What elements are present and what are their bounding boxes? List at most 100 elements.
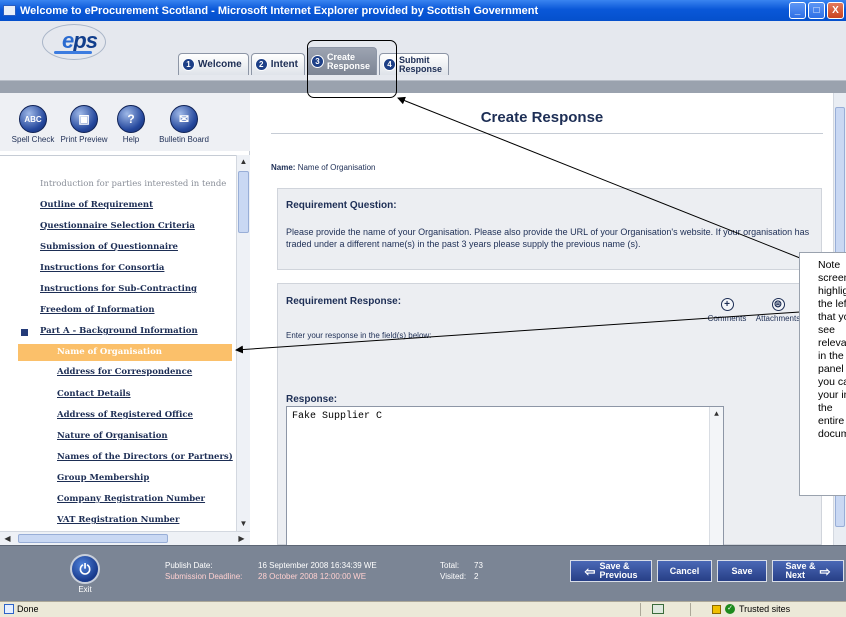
bulletin-board-button[interactable]: ✉ Bulletin Board [156, 105, 212, 144]
divider [271, 133, 823, 134]
nav-item[interactable]: VAT Registration Number [57, 515, 179, 525]
scroll-up-icon[interactable]: ▲ [238, 156, 249, 168]
nav-item[interactable]: Company Registration Number [57, 494, 205, 504]
nav-item[interactable]: Freedom of Information [40, 305, 155, 315]
zone-label: Trusted sites [739, 604, 791, 614]
add-comment-icon: + [720, 298, 734, 311]
trusted-check-icon: ✓ [725, 604, 735, 614]
response-box: Requirement Response: Enter your respons… [277, 283, 822, 566]
status-divider [640, 603, 641, 616]
deadline-value: 28 October 2008 12:00:00 WE [258, 572, 367, 581]
tab-label: Welcome [198, 59, 242, 70]
nav-section-part-a[interactable]: Part A - Background Information [40, 326, 198, 336]
left-panel: ABC Spell Check ▣ Print Preview ? Help ✉… [0, 93, 250, 545]
question-box: Requirement Question: Please provide the… [277, 188, 822, 270]
nav-item[interactable]: Contact Details [57, 389, 131, 399]
nav-item[interactable]: Outline of Requirement [40, 200, 153, 210]
main-content: Create Response Name: Name of Organisati… [251, 93, 833, 566]
network-icon [652, 604, 664, 614]
scroll-up-icon[interactable]: ▲ [711, 409, 722, 421]
nav-item[interactable]: Introduction for parties interested in t… [40, 179, 226, 189]
eps-logo: eps [42, 24, 112, 66]
total-value: 73 [474, 561, 483, 570]
name-label: Name: [271, 163, 296, 172]
response-label: Response: [286, 394, 338, 405]
save-previous-button[interactable]: ⇦ Save & Previous [570, 560, 652, 582]
print-preview-button[interactable]: ▣ Print Preview [59, 105, 109, 144]
app-header: eps 1 Welcome 2 Intent 3 Create Response … [0, 21, 846, 81]
divider [0, 155, 236, 156]
cancel-button[interactable]: Cancel [657, 560, 712, 582]
attachments-button[interactable]: ⊜ Attachments [750, 298, 806, 323]
scroll-right-icon[interactable]: ▶ [236, 533, 247, 545]
tab-welcome[interactable]: 1 Welcome [178, 53, 249, 75]
security-zone[interactable]: ✓ Trusted sites [712, 604, 790, 614]
toolbar: ABC Spell Check ▣ Print Preview ? Help ✉… [0, 93, 250, 151]
scroll-down-icon[interactable]: ▼ [238, 518, 249, 530]
maximize-button[interactable]: □ [808, 2, 825, 19]
scroll-thumb[interactable] [18, 534, 168, 543]
tool-label: Print Preview [60, 135, 108, 144]
nav-item[interactable]: Nature of Organisation [57, 431, 168, 441]
tab-intent[interactable]: 2 Intent [250, 53, 305, 75]
tool-label: Help [122, 135, 140, 144]
nav-item[interactable]: Address for Correspondence [57, 367, 192, 377]
question-text: Please provide the name of your Organisa… [286, 227, 810, 249]
deadline-label: Submission Deadline: [165, 572, 243, 581]
nav-item[interactable]: Instructions for Consortia [40, 263, 164, 273]
comments-button[interactable]: + Comments [702, 298, 752, 323]
status-done: Done [4, 604, 39, 614]
tab-highlight-box [307, 40, 397, 98]
button-label: Save & Previous [599, 561, 638, 580]
comments-label: Comments [707, 314, 747, 323]
logo-underline [54, 51, 92, 54]
response-textarea[interactable]: Fake Supplier C ▲ ▼ [286, 406, 724, 566]
visited-value: 2 [474, 572, 479, 581]
minimize-button[interactable]: _ [789, 2, 806, 19]
print-preview-icon: ▣ [70, 105, 98, 133]
publish-date-label: Publish Date: [165, 561, 213, 570]
title-bar: Welcome to eProcurement Scotland - Micro… [0, 0, 846, 21]
scroll-thumb[interactable] [238, 171, 249, 233]
page-title: Create Response [480, 109, 604, 126]
spell-check-button[interactable]: ABC Spell Check [8, 105, 58, 144]
collapse-icon[interactable] [21, 329, 28, 336]
question-title: Requirement Question: [286, 200, 397, 211]
nav-item[interactable]: Group Membership [57, 473, 149, 483]
footer-bar: ⏻ Exit Publish Date: Submission Deadline… [0, 545, 846, 601]
help-button[interactable]: ? Help [106, 105, 156, 144]
nav-vertical-scrollbar[interactable]: ▲ ▼ [236, 155, 250, 531]
nav-item[interactable]: Names of the Directors (or Partners) [57, 452, 233, 462]
close-button[interactable]: X [827, 2, 844, 19]
power-icon: ⏻ [70, 554, 100, 584]
status-text: Done [17, 604, 39, 614]
bulletin-board-icon: ✉ [170, 105, 198, 133]
tool-label: Bulletin Board [159, 135, 209, 144]
exit-label: Exit [78, 585, 92, 594]
button-label: Save & Next [785, 561, 816, 580]
nav-item-selected[interactable]: Name of Organisation [18, 344, 232, 361]
nav-item[interactable]: Address of Registered Office [57, 410, 193, 420]
arrow-right-icon: ⇨ [819, 563, 831, 579]
header-band [0, 81, 846, 93]
response-box-title: Requirement Response: [286, 296, 402, 307]
window-title: Welcome to eProcurement Scotland - Micro… [20, 4, 539, 17]
note-callout: Note screenshot highlights the left that… [799, 252, 846, 496]
exit-button[interactable]: ⏻ Exit [67, 554, 103, 594]
scroll-left-icon[interactable]: ◀ [2, 533, 13, 545]
attachments-label: Attachments [755, 314, 801, 323]
nav-item[interactable]: Submission of Questionnaire [40, 242, 178, 252]
step-number: 2 [254, 58, 268, 71]
save-button[interactable]: Save [717, 560, 767, 582]
nav-item[interactable]: Instructions for Sub-Contracting [40, 284, 197, 294]
nav-item[interactable]: Questionnaire Selection Criteria [40, 221, 195, 231]
publish-date-value: 16 September 2008 16:34:39 WE [258, 561, 377, 570]
textarea-scrollbar[interactable]: ▲ ▼ [709, 407, 723, 565]
spell-check-icon: ABC [19, 105, 47, 133]
nav-horizontal-scrollbar[interactable]: ◀ ▶ [0, 531, 250, 545]
step-number: 1 [182, 58, 195, 71]
status-bar: Done ✓ Trusted sites [0, 601, 846, 617]
save-next-button[interactable]: Save & Next ⇨ [772, 560, 844, 582]
help-icon: ? [117, 105, 145, 133]
progress-values: 73 2 [474, 560, 483, 582]
